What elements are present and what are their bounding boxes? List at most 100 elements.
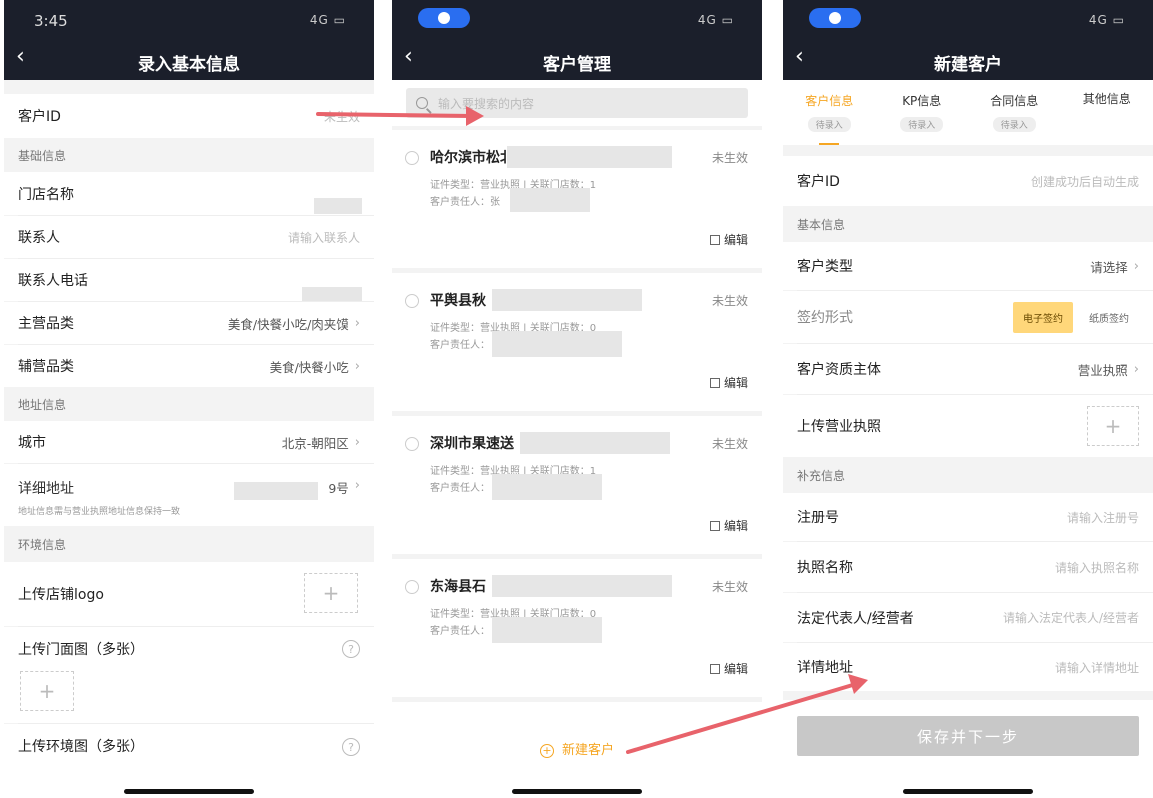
- customer-id-row: 客户ID 未生效: [4, 94, 374, 138]
- chevron-right-icon: ›: [1133, 258, 1139, 274]
- edit-button[interactable]: 编辑: [709, 374, 748, 391]
- customer-name: 东海县石: [430, 579, 486, 595]
- plus-circle-icon: +: [539, 744, 554, 758]
- edit-icon: [709, 235, 720, 245]
- chevron-right-icon: ›: [1133, 361, 1139, 377]
- sign-type-label: 签约形式: [797, 310, 853, 326]
- store-name-label: 门店名称: [18, 186, 74, 203]
- tab-other-info[interactable]: 其他信息: [1061, 80, 1153, 145]
- city-label: 城市: [18, 435, 46, 451]
- screen-customer-management: 4G ▭ ‹ 客户管理 输入要搜索的内容 哈尔滨市松北 未生效 证件类型：营业执…: [392, 0, 762, 798]
- tab-underline: [819, 143, 840, 145]
- address-hint: 地址信息需与营业执照地址信息保持一致: [18, 507, 181, 517]
- section-address: 地址信息: [4, 387, 374, 421]
- customer-id-value: 未生效: [323, 109, 360, 124]
- reg-no-input[interactable]: 请输入注册号: [1067, 509, 1139, 526]
- env-upload-label: 上传环境图（多张）: [18, 739, 144, 755]
- store-name-row[interactable]: 门店名称: [4, 172, 374, 215]
- phone-row[interactable]: 联系人电话: [4, 259, 374, 303]
- qualification-row[interactable]: 客户资质主体 营业执照 ›: [783, 344, 1153, 394]
- redacted-block: [234, 482, 318, 500]
- page-title: 新建客户: [934, 55, 1002, 75]
- new-customer-button[interactable]: + 新建客户: [392, 739, 762, 758]
- edit-button[interactable]: 编辑: [709, 517, 748, 534]
- detail-address-row[interactable]: 详情地址 请输入详情地址: [783, 643, 1153, 691]
- customer-card[interactable]: 东海县石 未生效 证件类型：营业执照 | 关联门店数：0 客户责任人： 编辑: [392, 559, 762, 697]
- select-radio[interactable]: [405, 294, 419, 308]
- customer-status: 未生效: [711, 151, 748, 165]
- chevron-right-icon: ›: [354, 434, 360, 450]
- reg-no-row[interactable]: 注册号 请输入注册号: [783, 493, 1153, 541]
- customer-type-row[interactable]: 客户类型 请选择 ›: [783, 242, 1153, 290]
- help-icon[interactable]: ?: [342, 640, 360, 658]
- logo-upload-button[interactable]: +: [304, 573, 358, 613]
- tab-kp-info[interactable]: KP信息 待录入: [876, 80, 969, 145]
- customer-status: 未生效: [711, 294, 748, 308]
- select-radio[interactable]: [405, 437, 419, 451]
- redacted-block: [492, 289, 642, 311]
- sub-category-row[interactable]: 辅营品类 美食/快餐小吃 ›: [4, 345, 374, 387]
- qualification-label: 客户资质主体: [797, 362, 881, 378]
- contact-input[interactable]: 请输入联系人: [288, 229, 360, 246]
- main-category-label: 主营品类: [18, 316, 74, 332]
- tab-bar: 客户信息 待录入 KP信息 待录入 合同信息 待录入 其他信息: [783, 80, 1153, 145]
- legal-rep-row[interactable]: 法定代表人/经营者 请输入法定代表人/经营者: [783, 593, 1153, 642]
- customer-type-select[interactable]: 请选择: [1090, 257, 1128, 276]
- tab-status-tag: 待录入: [807, 117, 851, 132]
- contact-row[interactable]: 联系人 请输入联系人: [4, 216, 374, 258]
- status-network: 4G ▭: [309, 13, 346, 27]
- main-category-row[interactable]: 主营品类 美食/快餐小吃/肉夹馍 ›: [4, 302, 374, 344]
- city-row[interactable]: 城市 北京-朝阳区 ›: [4, 421, 374, 463]
- page-title: 录入基本信息: [138, 55, 240, 75]
- front-upload-label: 上传门面图（多张）: [18, 642, 144, 658]
- legal-rep-label: 法定代表人/经营者: [797, 610, 914, 627]
- customer-name: 哈尔滨市松北: [430, 150, 514, 166]
- help-icon[interactable]: ?: [342, 738, 360, 756]
- home-indicator: [512, 789, 642, 794]
- select-radio[interactable]: [405, 151, 419, 165]
- edit-button[interactable]: 编辑: [709, 231, 748, 248]
- customer-owner: 客户责任人：: [430, 340, 490, 351]
- front-upload-button[interactable]: +: [20, 671, 74, 711]
- customer-name: 平舆县秋: [430, 293, 486, 309]
- chevron-right-icon: ›: [354, 315, 360, 331]
- customer-id-row: 客户ID 创建成功后自动生成: [783, 156, 1153, 206]
- redacted-block: [492, 474, 602, 500]
- address-row[interactable]: 详细地址 地址信息需与营业执照地址信息保持一致 9号 ›: [4, 464, 374, 526]
- sign-paper-option[interactable]: 纸质签约: [1079, 301, 1139, 333]
- detail-address-input[interactable]: 请输入详情地址: [1055, 659, 1139, 676]
- license-upload-button[interactable]: +: [1087, 406, 1139, 446]
- customer-card[interactable]: 平舆县秋 未生效 证件类型：营业执照 | 关联门店数：0 客户责任人： 编辑: [392, 273, 762, 411]
- redacted-block: [510, 188, 590, 212]
- status-network: 4G ▭: [697, 13, 734, 27]
- section-basic: 基本信息: [783, 206, 1153, 242]
- select-radio[interactable]: [405, 580, 419, 594]
- save-next-button[interactable]: 保存并下一步: [797, 716, 1139, 756]
- search-placeholder: 输入要搜索的内容: [438, 96, 535, 111]
- sign-type-segmented: 电子签约 纸质签约: [1013, 301, 1139, 333]
- redacted-block: [520, 432, 670, 454]
- customer-owner: 客户责任人：: [430, 626, 490, 637]
- search-input[interactable]: 输入要搜索的内容: [406, 88, 748, 118]
- license-name-input[interactable]: 请输入执照名称: [1055, 559, 1139, 576]
- redacted-block: [492, 331, 622, 357]
- customer-card[interactable]: 哈尔滨市松北 未生效 证件类型：营业执照 | 关联门店数：1 客户责任人：张 编…: [392, 130, 762, 268]
- home-indicator: [124, 789, 254, 794]
- tab-contract-info[interactable]: 合同信息 待录入: [968, 80, 1061, 145]
- tab-status-tag: 待录入: [992, 117, 1036, 132]
- legal-rep-input[interactable]: 请输入法定代表人/经营者: [1003, 609, 1139, 626]
- license-name-row[interactable]: 执照名称 请输入执照名称: [783, 542, 1153, 592]
- qualification-value: 营业执照: [1077, 362, 1128, 378]
- sign-electronic-option[interactable]: 电子签约: [1013, 301, 1073, 333]
- tab-customer-info[interactable]: 客户信息 待录入: [783, 80, 876, 145]
- section-basic: 基础信息: [4, 138, 374, 172]
- redacted-block: [507, 146, 672, 168]
- customer-status: 未生效: [711, 437, 748, 451]
- chevron-right-icon: ›: [354, 358, 360, 374]
- edit-icon: [709, 378, 720, 388]
- edit-button[interactable]: 编辑: [709, 660, 748, 677]
- status-location-icon: [809, 8, 861, 28]
- search-icon: [416, 97, 428, 109]
- customer-card[interactable]: 深圳市果速送 未生效 证件类型：营业执照 | 关联门店数：1 客户责任人： 编辑: [392, 416, 762, 554]
- nav-bar: 4G ▭ ‹ 客户管理: [392, 0, 762, 80]
